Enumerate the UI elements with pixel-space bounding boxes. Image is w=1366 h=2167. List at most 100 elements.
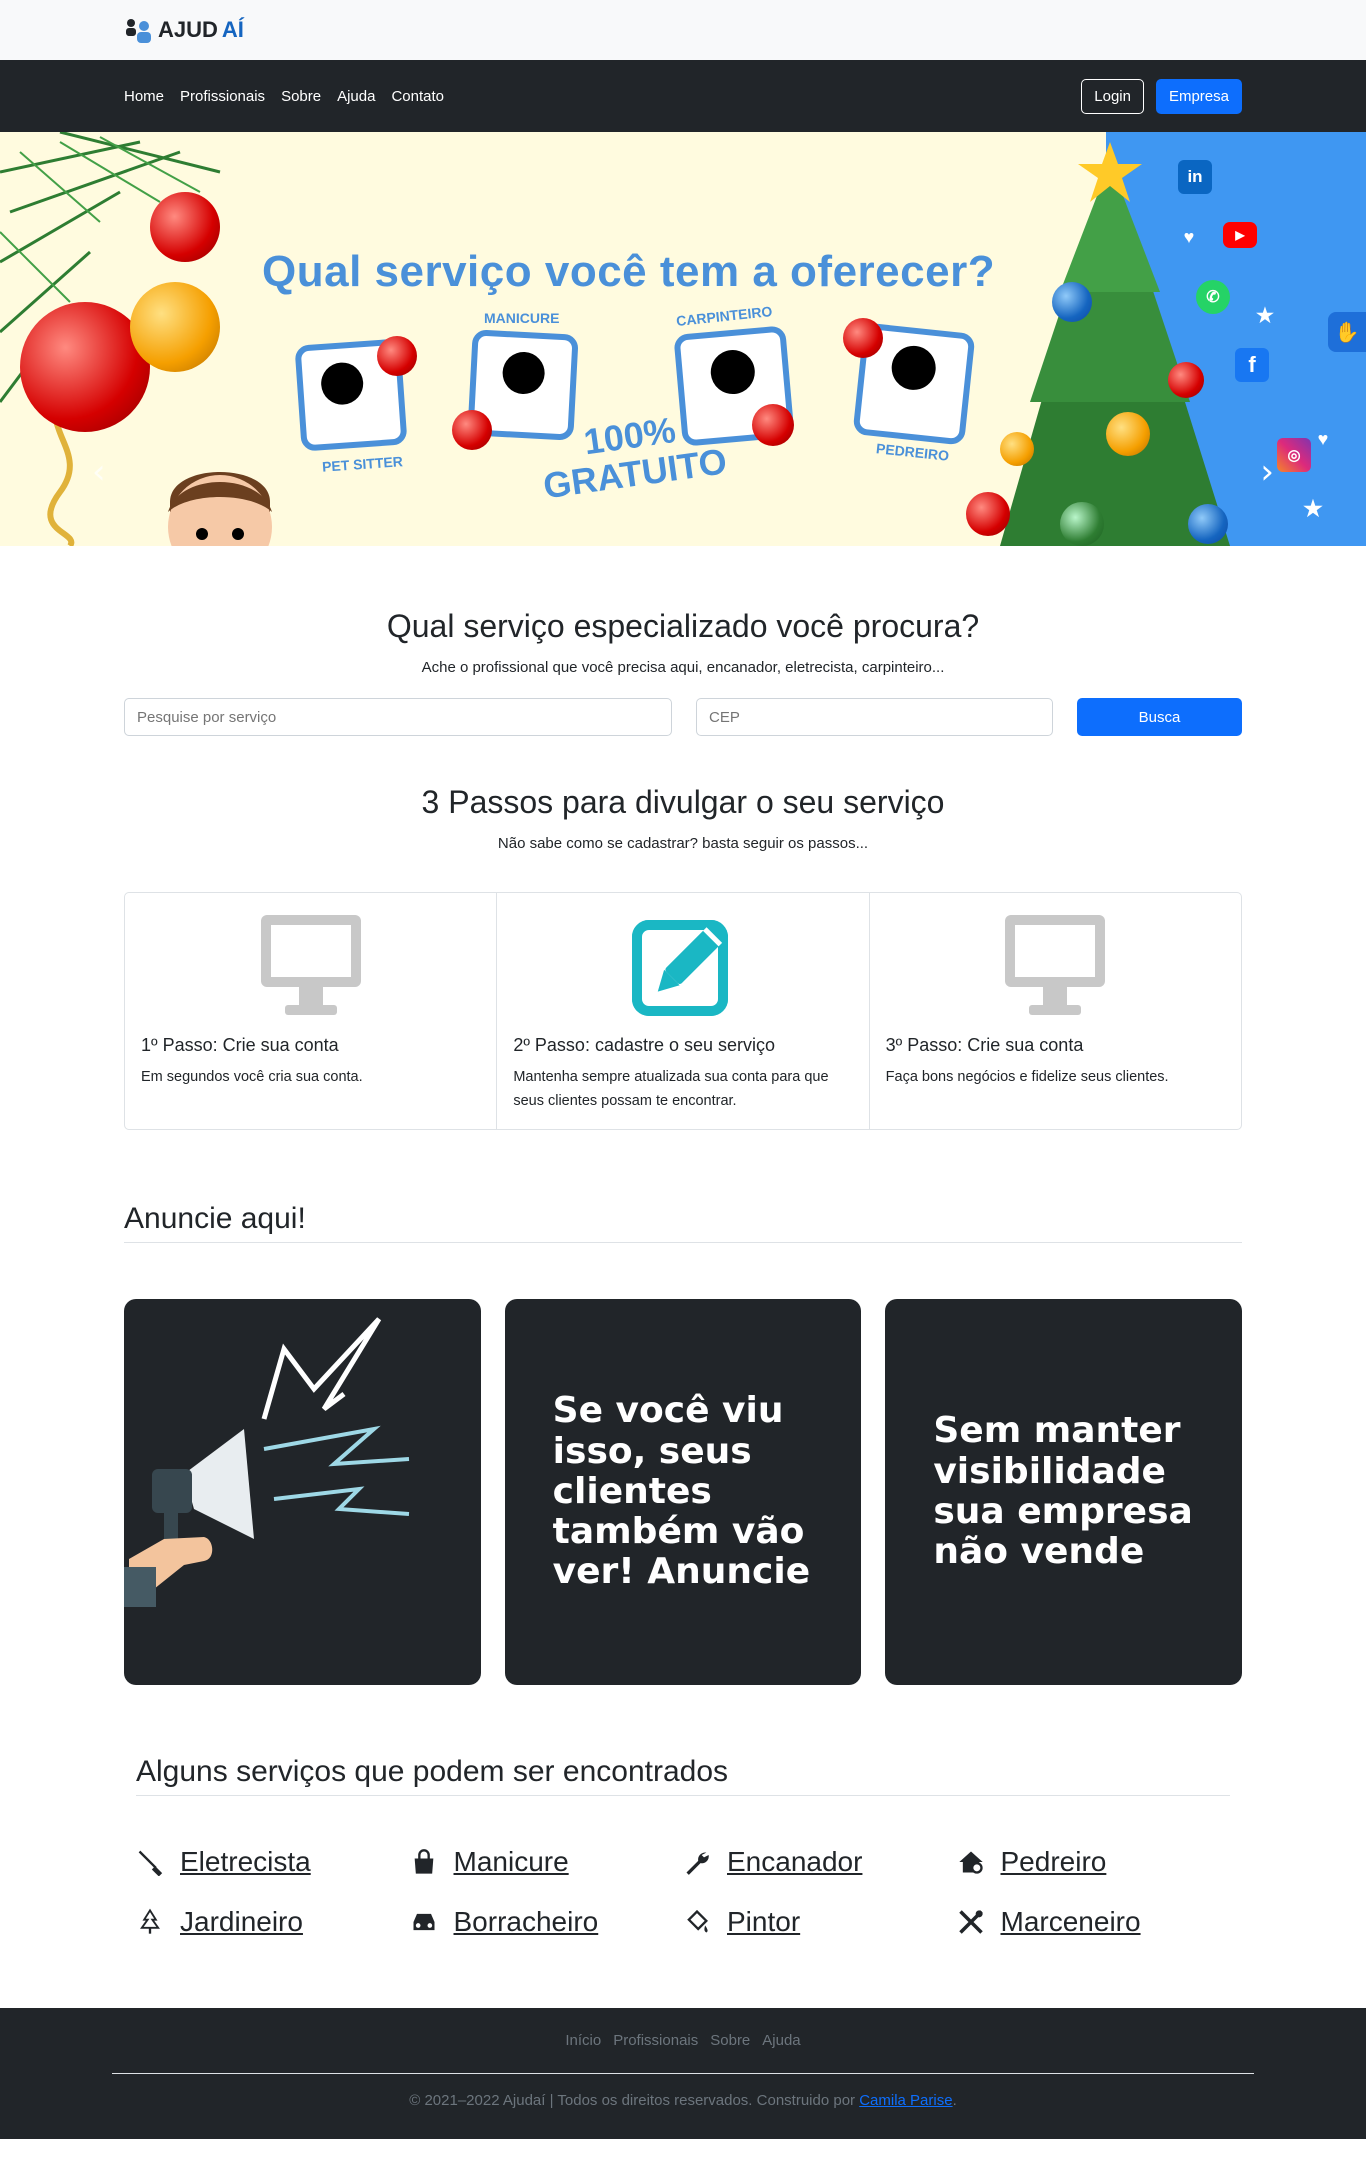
nav-sobre[interactable]: Sobre <box>281 80 321 113</box>
footer-link-inicio[interactable]: Início <box>565 2032 601 2049</box>
service-item: Pedreiro <box>957 1846 1231 1878</box>
footer-link-profissionais[interactable]: Profissionais <box>613 2032 698 2049</box>
step-text: Em segundos você cria sua conta. <box>141 1069 363 1085</box>
ornament <box>843 318 883 358</box>
service-search-input[interactable] <box>124 698 672 736</box>
login-button[interactable]: Login <box>1081 78 1144 114</box>
service-link-manicure[interactable]: Manicure <box>454 1846 569 1878</box>
tree-icon <box>140 1908 160 1934</box>
pet-sitter-label: PET SITTER <box>321 453 404 475</box>
linkedin-icon: in <box>1178 160 1212 194</box>
empresa-button[interactable]: Empresa <box>1155 78 1242 114</box>
bag-icon <box>414 1849 433 1874</box>
service-link-marceneiro[interactable]: Marceneiro <box>1001 1906 1141 1938</box>
search-section: Qual serviço especializado você procura?… <box>0 546 1366 736</box>
manicure-label: MANICURE <box>484 310 560 326</box>
hero-carousel[interactable]: Qual serviço você tem a oferecer? PET SI… <box>0 132 1366 546</box>
steps-cards: 1º Passo: Crie sua conta Em segundos voc… <box>124 892 1242 1130</box>
house-gear-icon <box>958 1851 983 1874</box>
ornament <box>1106 412 1150 456</box>
service-link-encanador[interactable]: Encanador <box>727 1846 862 1878</box>
step-title: 1º Passo: Crie sua conta <box>141 1035 339 1055</box>
logo-text-b: AÍ <box>221 17 244 42</box>
footer-links: Início Profissionais Sobre Ajuda <box>0 2032 1366 2049</box>
tools-icon <box>958 1910 983 1934</box>
pedreiro-label: PEDREIRO <box>875 440 950 464</box>
person-icon <box>708 348 757 396</box>
service-link-pintor[interactable]: Pintor <box>727 1906 800 1938</box>
footer: Início Profissionais Sobre Ajuda © 2021–… <box>0 2008 1366 2139</box>
cep-input[interactable] <box>696 698 1053 736</box>
services-section: Alguns serviços que podem ser encontrado… <box>136 1755 1230 1938</box>
screwdriver-icon <box>138 1850 163 1876</box>
service-link-borracheiro[interactable]: Borracheiro <box>454 1906 599 1938</box>
nav-profissionais[interactable]: Profissionais <box>180 80 265 113</box>
cartoon-character <box>168 472 272 546</box>
service-item: Encanador <box>683 1846 957 1878</box>
step-text: Mantenha sempre atualizada sua conta par… <box>513 1069 829 1109</box>
nav-contato[interactable]: Contato <box>391 80 444 113</box>
ornament <box>966 492 1010 536</box>
ornament <box>452 410 492 450</box>
carpinteiro-label: CARPINTEIRO <box>675 303 774 329</box>
carousel-prev-icon[interactable]: ‹ <box>92 452 106 492</box>
ornament <box>130 282 220 372</box>
megaphone-icon <box>124 1317 410 1607</box>
nav-home[interactable]: Home <box>124 80 164 113</box>
ad-card-text-2: Se você viu isso, seus clientes também v… <box>552 1390 811 1593</box>
logo-bar: AJUD AÍ <box>0 0 1366 60</box>
person-icon <box>501 350 546 396</box>
search-title: Qual serviço especializado você procura? <box>386 608 980 644</box>
steps-subtitle: Não sabe como se cadastrar? basta seguir… <box>497 835 869 852</box>
christmas-tree <box>1000 142 1230 546</box>
ad-card-text[interactable]: Sem manter visibilidade sua empresa não … <box>885 1299 1243 1685</box>
ornament <box>150 192 220 262</box>
car-icon <box>413 1913 434 1931</box>
heart-icon: ♥ <box>1317 428 1329 449</box>
ornament <box>1060 502 1104 546</box>
copyright-text: © 2021–2022 Ajudaí | Todos os direitos r… <box>409 2092 860 2109</box>
wrench-icon <box>686 1852 709 1875</box>
youtube-icon: ▶ <box>1223 222 1257 248</box>
step-title: 3º Passo: Crie sua conta <box>885 1035 1084 1055</box>
logo[interactable]: AJUD AÍ <box>124 15 244 45</box>
service-item: Borracheiro <box>410 1906 684 1938</box>
main-navbar: Home Profissionais Sobre Ajuda Contato L… <box>0 60 1366 132</box>
step-title: 2º Passo: cadastre o seu serviço <box>513 1035 776 1055</box>
ad-cards: Se você viu isso, seus clientes também v… <box>124 1299 1243 1685</box>
service-item: Marceneiro <box>957 1906 1231 1938</box>
anuncie-title: Anuncie aqui! <box>124 1202 1242 1243</box>
nav-actions: Login Empresa <box>1081 78 1242 114</box>
ornament <box>377 336 417 376</box>
ornament <box>1052 282 1092 322</box>
step-text: Faça bons negócios e fidelize seus clien… <box>885 1069 1169 1085</box>
hero-title: Qual serviço você tem a oferecer? <box>262 247 996 296</box>
nav-ajuda[interactable]: Ajuda <box>337 80 375 113</box>
megaphone-ad-card[interactable] <box>124 1299 481 1685</box>
service-link-jardineiro[interactable]: Jardineiro <box>180 1906 303 1938</box>
carousel-next-icon[interactable]: › <box>1260 452 1274 492</box>
monitor-icon <box>141 913 480 1021</box>
step-card: 2º Passo: cadastre o seu serviço Mantenh… <box>497 893 870 1129</box>
services-title: Alguns serviços que podem ser encontrado… <box>136 1755 1230 1796</box>
footer-link-sobre[interactable]: Sobre <box>710 2032 750 2049</box>
ornament <box>752 404 794 446</box>
author-link[interactable]: Camila Parise <box>859 2092 952 2109</box>
facebook-icon: f <box>1235 348 1269 382</box>
ad-card-text-3: Sem manter visibilidade sua empresa não … <box>933 1410 1193 1573</box>
service-link-pedreiro[interactable]: Pedreiro <box>1001 1846 1107 1878</box>
monitor-icon <box>886 913 1225 1021</box>
footer-link-ajuda[interactable]: Ajuda <box>762 2032 800 2049</box>
service-item: Jardineiro <box>136 1906 410 1938</box>
search-button[interactable]: Busca <box>1077 698 1242 736</box>
accessibility-icon[interactable]: ✋ <box>1328 312 1366 352</box>
service-link-eletrecista[interactable]: Eletrecista <box>180 1846 311 1878</box>
ornament <box>1188 504 1228 544</box>
ad-card-text[interactable]: Se você viu isso, seus clientes também v… <box>504 1299 862 1685</box>
steps-section: 3 Passos para divulgar o seu serviço Não… <box>0 784 1366 1130</box>
step-card: 3º Passo: Crie sua conta Faça bons negóc… <box>870 893 1241 1129</box>
footer-divider <box>112 2073 1254 2074</box>
paint-bucket-icon <box>687 1909 708 1933</box>
logo-text-a: AJUD <box>158 17 218 42</box>
steps-title: 3 Passos para divulgar o seu serviço <box>421 784 945 820</box>
